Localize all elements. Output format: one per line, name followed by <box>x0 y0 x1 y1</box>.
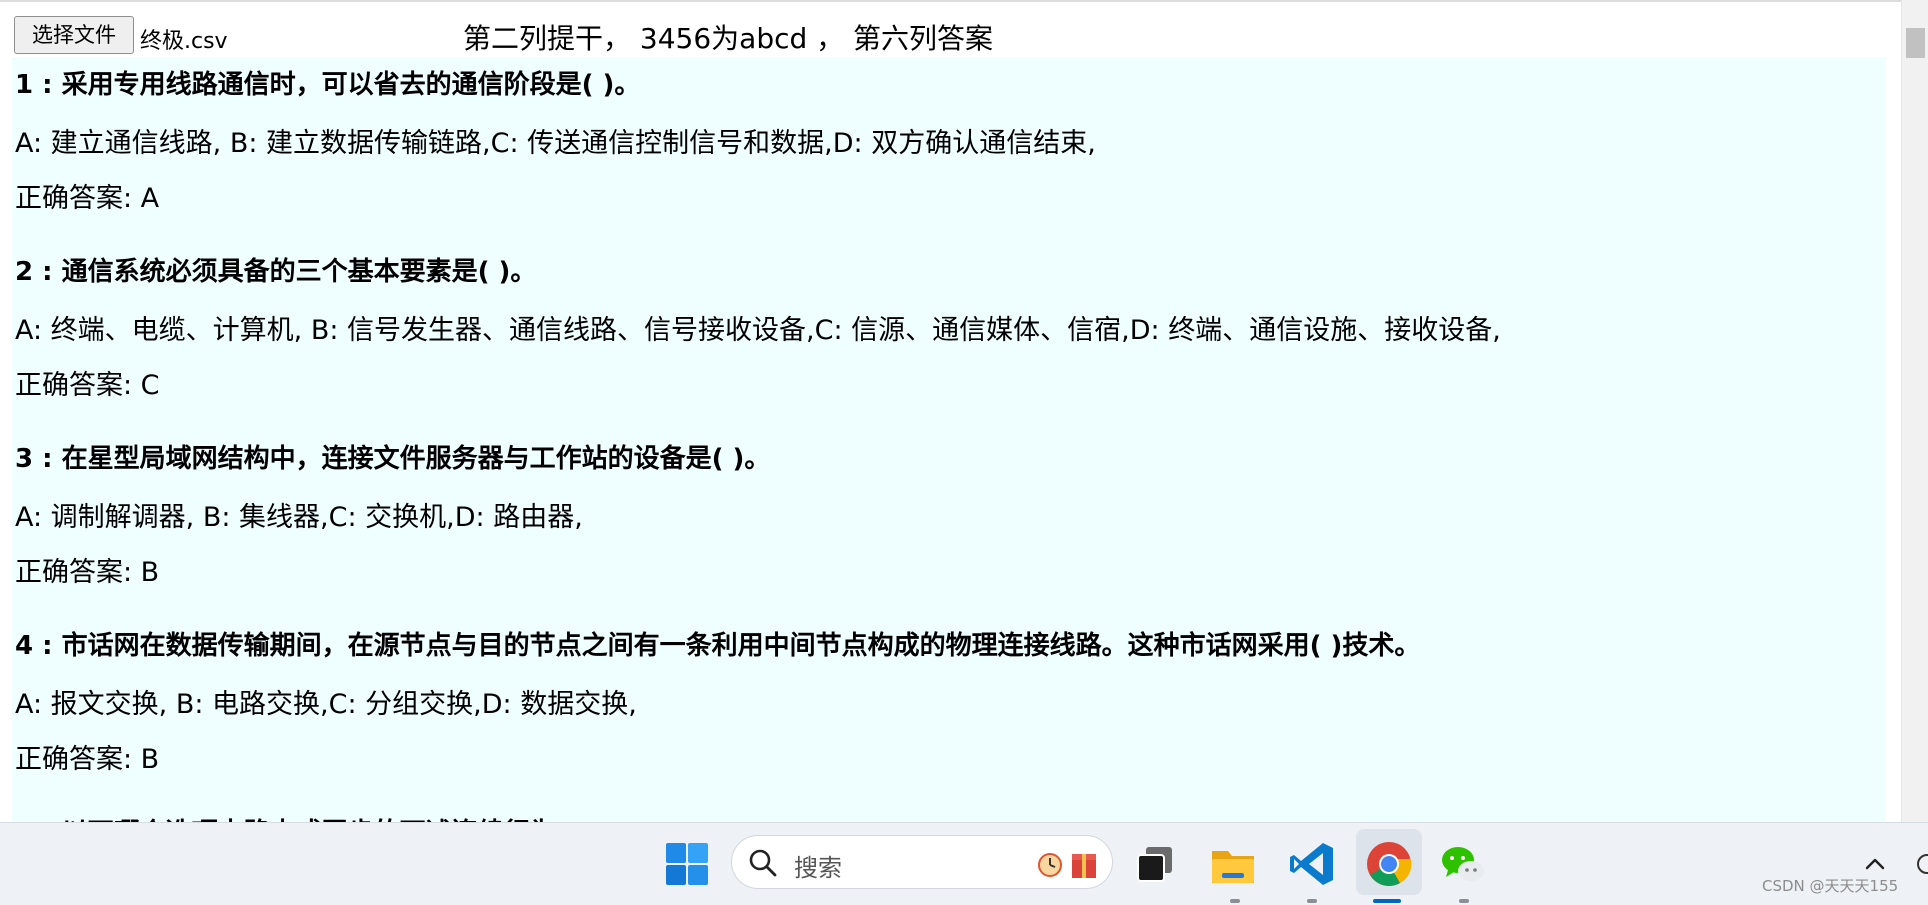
question-title: 4 : 市话网在数据传输期间，在源节点与目的节点之间有一条利用中间节点构成的物理… <box>15 631 1421 661</box>
choose-file-button[interactable]: 选择文件 <box>14 16 134 54</box>
tray-overflow-icon[interactable] <box>1914 851 1928 877</box>
question-list: 1 : 采用专用线路通信时，可以省去的通信阶段是( )。 A: 建立通信线路, … <box>12 57 1886 822</box>
wechat-icon[interactable] <box>1438 839 1488 889</box>
question-answer: 正确答案: A <box>15 183 160 214</box>
question-answer: 正确答案: C <box>15 370 160 401</box>
windows-start-icon[interactable] <box>662 839 712 889</box>
wechat-running-indicator <box>1459 899 1469 903</box>
chevron-up-icon[interactable] <box>1864 853 1886 875</box>
search-placeholder: 搜索 <box>794 854 842 882</box>
task-view-icon[interactable] <box>1130 839 1180 889</box>
question-options: A: 报文交换, B: 电路交换,C: 分组交换,D: 数据交换, <box>15 689 637 720</box>
question-answer: 正确答案: B <box>15 557 160 588</box>
file-explorer-icon[interactable] <box>1208 839 1258 889</box>
windows-taskbar: 搜索 CSDN @天天天155 <box>0 822 1928 905</box>
scrollbar-thumb[interactable] <box>1906 28 1925 58</box>
browser-viewport: 选择文件 终极.csv 第二列提干， 3456为abcd ， 第六列答案 1 :… <box>0 0 1928 822</box>
format-instructions: 第二列提干， 3456为abcd ， 第六列答案 <box>463 22 994 55</box>
vertical-scrollbar[interactable] <box>1901 0 1928 822</box>
explorer-running-indicator <box>1230 899 1240 903</box>
selected-file-name: 终极.csv <box>140 29 228 54</box>
question-title: 3 : 在星型局域网结构中，连接文件服务器与工作站的设备是( )。 <box>15 444 771 474</box>
question-options: A: 建立通信线路, B: 建立数据传输链路,C: 传送通信控制信号和数据,D:… <box>15 128 1096 159</box>
taskbar-search-box[interactable]: 搜索 <box>731 835 1113 889</box>
question-title: 5 : 以下哪个选项中路由式同步的下述连续行为 <box>15 812 556 822</box>
search-icon <box>749 849 777 877</box>
question-options: A: 终端、电缆、计算机, B: 信号发生器、通信线路、信号接收设备,C: 信源… <box>15 315 1501 346</box>
vscode-running-indicator <box>1307 899 1317 903</box>
question-title: 2 : 通信系统必须具备的三个基本要素是( )。 <box>15 257 537 287</box>
chrome-icon[interactable] <box>1364 839 1414 889</box>
question-title: 1 : 采用专用线路通信时，可以省去的通信阶段是( )。 <box>15 70 641 100</box>
page-toolbar: 选择文件 终极.csv 第二列提干， 3456为abcd ， 第六列答案 <box>0 0 1900 58</box>
csdn-watermark: CSDN @天天天155 <box>1762 877 1899 895</box>
search-highlight-icon <box>1038 853 1096 878</box>
question-answer: 正确答案: B <box>15 744 160 775</box>
question-options: A: 调制解调器, B: 集线器,C: 交换机,D: 路由器, <box>15 502 583 533</box>
chrome-active-indicator <box>1373 899 1401 903</box>
vscode-icon[interactable] <box>1287 839 1337 889</box>
